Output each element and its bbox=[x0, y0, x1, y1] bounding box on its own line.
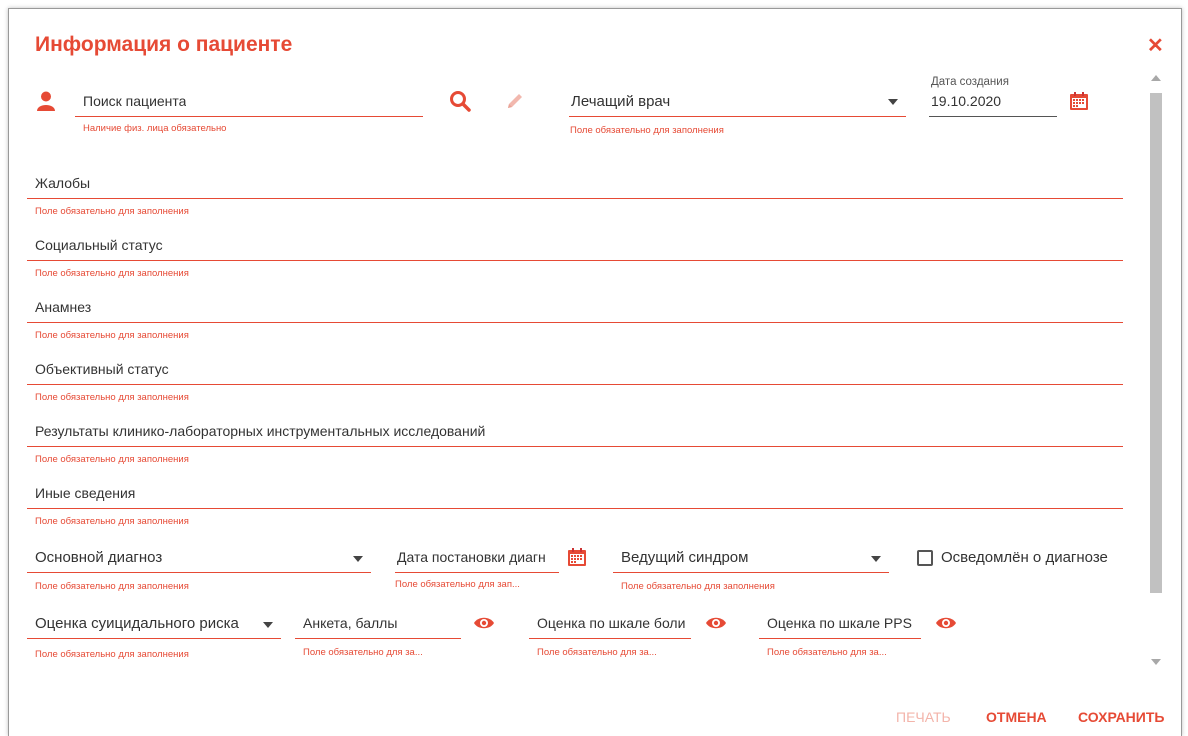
diagnosis-date-input[interactable]: Дата постановки диагн bbox=[395, 543, 559, 573]
informed-checkbox[interactable] bbox=[917, 550, 933, 566]
objective-status-error: Поле обязательно для заполнения bbox=[35, 392, 189, 403]
patient-search-input[interactable]: Поиск пациента bbox=[75, 89, 423, 117]
informed-label[interactable]: Осведомлён о диагнозе bbox=[941, 549, 1108, 566]
doctor-select[interactable]: Лечащий врач bbox=[569, 89, 906, 117]
pain-scale-error: Поле обязательно для за... bbox=[537, 647, 657, 658]
survey-score-label: Анкета, баллы bbox=[303, 615, 398, 631]
social-status-field[interactable]: Социальный статус bbox=[27, 231, 1123, 261]
suicide-risk-select[interactable]: Оценка суицидального риска bbox=[27, 609, 281, 639]
lab-results-error: Поле обязательно для заполнения bbox=[35, 454, 189, 465]
pps-scale-label: Оценка по шкале PPS bbox=[767, 615, 912, 631]
print-button[interactable]: ПЕЧАТЬ bbox=[896, 709, 951, 725]
pencil-icon[interactable] bbox=[505, 91, 525, 116]
diagnosis-date-error: Поле обязательно для зап... bbox=[395, 579, 520, 590]
close-icon[interactable]: ✕ bbox=[1147, 33, 1164, 58]
chevron-down-icon bbox=[263, 622, 273, 628]
main-diagnosis-error: Поле обязательно для заполнения bbox=[35, 581, 189, 592]
eye-icon[interactable] bbox=[935, 614, 957, 637]
created-date-label: Дата создания bbox=[931, 76, 1009, 88]
vertical-scrollbar[interactable] bbox=[1149, 71, 1163, 669]
search-icon[interactable] bbox=[449, 90, 471, 117]
eye-icon[interactable] bbox=[705, 614, 727, 637]
social-status-label: Социальный статус bbox=[35, 237, 163, 253]
patient-info-dialog: Информация о пациенте ✕ Поиск пациента Н… bbox=[8, 8, 1182, 736]
suicide-risk-label: Оценка суицидального риска bbox=[35, 615, 239, 632]
scroll-down-icon[interactable] bbox=[1151, 659, 1161, 665]
diagnosis-date-label: Дата постановки диагн bbox=[397, 549, 546, 565]
scroll-up-icon[interactable] bbox=[1151, 75, 1161, 81]
objective-status-label: Объективный статус bbox=[35, 361, 169, 377]
person-icon bbox=[37, 91, 55, 116]
created-date-input[interactable]: 19.10.2020 bbox=[929, 89, 1057, 117]
complaints-error: Поле обязательно для заполнения bbox=[35, 206, 189, 217]
pps-scale-input[interactable]: Оценка по шкале PPS bbox=[759, 609, 921, 639]
patient-search-error: Наличие физ. лица обязательно bbox=[83, 123, 227, 134]
pain-scale-label: Оценка по шкале боли bbox=[537, 615, 686, 631]
save-button[interactable]: СОХРАНИТЬ bbox=[1078, 709, 1164, 725]
scroll-thumb[interactable] bbox=[1150, 93, 1162, 593]
social-status-error: Поле обязательно для заполнения bbox=[35, 268, 189, 279]
leading-syndrome-error: Поле обязательно для заполнения bbox=[621, 581, 775, 592]
other-info-label: Иные сведения bbox=[35, 485, 136, 501]
leading-syndrome-label: Ведущий синдром bbox=[621, 549, 749, 566]
other-info-error: Поле обязательно для заполнения bbox=[35, 516, 189, 527]
anamnesis-label: Анамнез bbox=[35, 299, 92, 315]
calendar-icon[interactable] bbox=[567, 547, 587, 572]
other-info-field[interactable]: Иные сведения bbox=[27, 479, 1123, 509]
anamnesis-error: Поле обязательно для заполнения bbox=[35, 330, 189, 341]
dialog-title: Информация о пациенте bbox=[35, 33, 293, 56]
chevron-down-icon bbox=[353, 556, 363, 562]
main-diagnosis-select[interactable]: Основной диагноз bbox=[27, 543, 371, 573]
calendar-icon[interactable] bbox=[1069, 91, 1089, 116]
leading-syndrome-select[interactable]: Ведущий синдром bbox=[613, 543, 889, 573]
created-date-value: 19.10.2020 bbox=[931, 93, 1002, 109]
doctor-error: Поле обязательно для заполнения bbox=[570, 125, 724, 136]
pain-scale-input[interactable]: Оценка по шкале боли bbox=[529, 609, 691, 639]
cancel-button[interactable]: ОТМЕНА bbox=[986, 709, 1047, 725]
survey-score-error: Поле обязательно для за... bbox=[303, 647, 423, 658]
chevron-down-icon bbox=[871, 556, 881, 562]
lab-results-field[interactable]: Результаты клинико-лабораторных инструме… bbox=[27, 417, 1123, 447]
survey-score-input[interactable]: Анкета, баллы bbox=[295, 609, 461, 639]
lab-results-label: Результаты клинико-лабораторных инструме… bbox=[35, 423, 486, 439]
chevron-down-icon bbox=[888, 99, 898, 105]
complaints-field[interactable]: Жалобы bbox=[27, 169, 1123, 199]
main-diagnosis-label: Основной диагноз bbox=[35, 549, 163, 566]
doctor-label: Лечащий врач bbox=[571, 93, 671, 110]
objective-status-field[interactable]: Объективный статус bbox=[27, 355, 1123, 385]
eye-icon[interactable] bbox=[473, 614, 495, 637]
suicide-risk-error: Поле обязательно для заполнения bbox=[35, 649, 189, 660]
pps-scale-error: Поле обязательно для за... bbox=[767, 647, 887, 658]
patient-search-label: Поиск пациента bbox=[83, 93, 187, 109]
complaints-label: Жалобы bbox=[35, 175, 91, 191]
anamnesis-field[interactable]: Анамнез bbox=[27, 293, 1123, 323]
